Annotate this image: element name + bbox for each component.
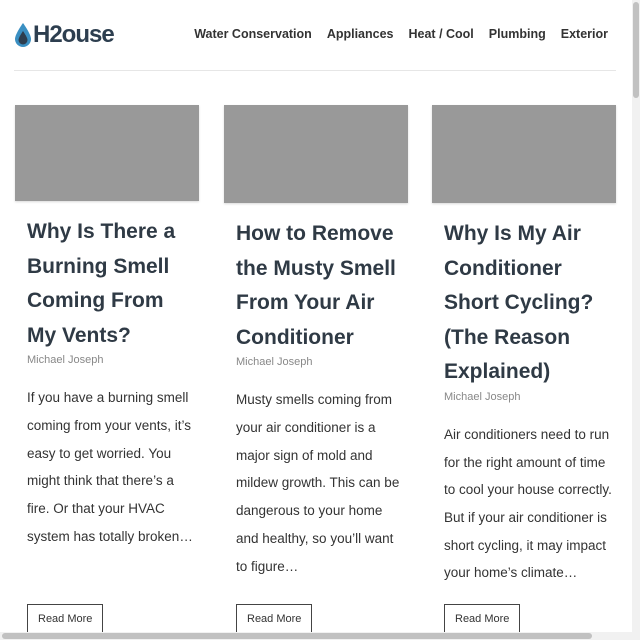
post-title[interactable]: How to Remove the Musty Smell From Your … — [236, 217, 404, 355]
site-header: H2ouse Water Conservation Appliances Hea… — [0, 0, 632, 72]
nav-item-appliances[interactable]: Appliances — [327, 27, 394, 41]
nav-item-plumbing[interactable]: Plumbing — [489, 27, 546, 41]
read-more-button[interactable]: Read More — [236, 604, 313, 634]
post-card: Why Is My Air Conditioner Short Cycling?… — [432, 105, 616, 587]
vertical-scrollbar-thumb[interactable] — [633, 2, 639, 98]
read-more-button[interactable]: Read More — [444, 604, 521, 634]
nav-item-exterior[interactable]: Exterior — [561, 27, 608, 41]
post-thumbnail[interactable] — [432, 105, 616, 203]
post-author: Michael Joseph — [444, 390, 521, 403]
post-thumbnail[interactable] — [224, 105, 408, 203]
nav-item-water-conservation[interactable]: Water Conservation — [194, 27, 312, 41]
read-more-button[interactable]: Read More — [27, 604, 104, 634]
post-author: Michael Joseph — [236, 356, 313, 369]
post-excerpt: Air conditioners need to run for the rig… — [444, 426, 612, 581]
post-title[interactable]: Why Is My Air Conditioner Short Cycling?… — [444, 217, 612, 390]
header-divider — [14, 70, 616, 71]
vertical-scrollbar[interactable] — [632, 0, 640, 640]
post-excerpt: If you have a burning smell coming from … — [27, 390, 193, 544]
horizontal-scrollbar-thumb[interactable] — [2, 633, 592, 639]
post-title[interactable]: Why Is There a Burning Smell Coming From… — [27, 215, 195, 353]
post-card: How to Remove the Musty Smell From Your … — [224, 105, 408, 580]
post-card: Why Is There a Burning Smell Coming From… — [15, 105, 199, 551]
post-excerpt: Musty smells coming from your air condit… — [236, 392, 400, 574]
post-author: Michael Joseph — [27, 354, 104, 367]
post-thumbnail[interactable] — [15, 105, 199, 201]
nav-item-heat-cool[interactable]: Heat / Cool — [409, 27, 474, 41]
water-drop-icon — [15, 23, 31, 47]
site-logo[interactable]: H2ouse — [14, 20, 115, 50]
main-nav: Water Conservation Appliances Heat / Coo… — [194, 27, 608, 41]
logo-text: H2ouse — [33, 21, 115, 48]
horizontal-scrollbar[interactable] — [0, 632, 632, 640]
